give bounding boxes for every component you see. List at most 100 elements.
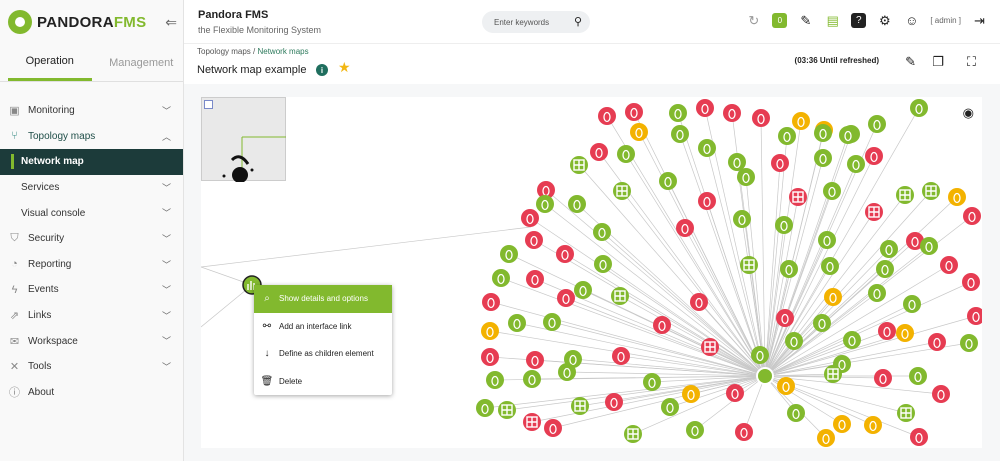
map-node[interactable] [526, 270, 544, 288]
map-node[interactable] [823, 182, 841, 200]
map-node[interactable] [776, 309, 794, 327]
sidebar-item-monitoring[interactable]: ▣ Monitoring ﹀ [0, 98, 183, 124]
sidebar-item-topology-maps[interactable]: ⑂ Topology maps ︿ [0, 124, 183, 150]
map-node[interactable] [476, 399, 494, 417]
map-node[interactable] [960, 334, 978, 352]
map-node[interactable] [909, 367, 927, 385]
map-node[interactable] [698, 139, 716, 157]
map-node[interactable] [814, 124, 832, 142]
menu-show-details[interactable]: ⌕ Show details and options [254, 285, 392, 313]
map-node[interactable] [612, 347, 630, 365]
map-node[interactable] [669, 104, 687, 122]
map-node[interactable] [686, 421, 704, 439]
map-node[interactable] [571, 397, 589, 415]
map-node[interactable] [868, 115, 886, 133]
logout-icon[interactable]: ⇥ [971, 12, 988, 29]
map-node[interactable] [521, 209, 539, 227]
help-icon[interactable]: ? [851, 13, 867, 28]
map-node[interactable] [737, 168, 755, 186]
sidebar-item-events[interactable]: ϟ Events ﹀ [0, 277, 183, 303]
map-node[interactable] [932, 385, 950, 403]
map-node[interactable] [752, 109, 770, 127]
map-node[interactable] [751, 346, 769, 364]
map-node[interactable] [544, 419, 562, 437]
map-node[interactable] [643, 373, 661, 391]
sidebar-item-services[interactable]: Services ﹀ [0, 175, 183, 201]
notification-badge[interactable]: 0 [772, 13, 788, 28]
sidebar-item-security[interactable]: ⛉ Security ﹀ [0, 226, 183, 252]
map-node[interactable] [922, 182, 940, 200]
magic-wand-icon[interactable]: ✎ [797, 12, 814, 29]
copy-icon[interactable]: ❐ [932, 54, 944, 70]
server-icon[interactable]: ▤ [824, 12, 841, 29]
map-node[interactable] [874, 369, 892, 387]
network-map-canvas[interactable]: ◉ [201, 97, 982, 448]
map-node[interactable] [876, 260, 894, 278]
map-node[interactable] [536, 195, 554, 213]
fullscreen-icon[interactable]: ⛶ [967, 54, 976, 70]
map-node[interactable] [728, 153, 746, 171]
map-node[interactable] [864, 416, 882, 434]
map-node[interactable] [481, 348, 499, 366]
map-node[interactable] [940, 256, 958, 274]
info-icon[interactable]: i [316, 64, 328, 76]
map-node[interactable] [839, 126, 857, 144]
favorite-star-icon[interactable]: ★ [338, 59, 351, 76]
map-node[interactable] [777, 377, 795, 395]
map-node[interactable] [500, 245, 518, 263]
map-node[interactable] [843, 331, 861, 349]
minimap[interactable] [201, 97, 286, 182]
map-node[interactable] [824, 365, 842, 383]
search-input[interactable]: Enter keywords ⚲ [482, 11, 590, 33]
map-node[interactable] [558, 363, 576, 381]
map-node[interactable] [928, 333, 946, 351]
map-node[interactable] [792, 112, 810, 130]
map-node[interactable] [963, 207, 981, 225]
map-node[interactable] [903, 295, 921, 313]
map-node[interactable] [671, 125, 689, 143]
map-node[interactable] [690, 293, 708, 311]
map-node[interactable] [833, 415, 851, 433]
map-node[interactable] [605, 393, 623, 411]
map-node[interactable] [625, 103, 643, 121]
map-node[interactable] [525, 231, 543, 249]
map-node[interactable] [498, 401, 516, 419]
sidebar-item-visual-console[interactable]: Visual console ﹀ [0, 200, 183, 226]
map-node[interactable] [868, 284, 886, 302]
map-node[interactable] [574, 281, 592, 299]
map-node[interactable] [481, 322, 499, 340]
map-node[interactable] [787, 404, 805, 422]
map-node[interactable] [557, 289, 575, 307]
user-name[interactable]: [ admin ] [930, 16, 961, 25]
map-hub-node[interactable] [756, 367, 774, 385]
tab-operation[interactable]: Operation [8, 44, 92, 81]
map-node[interactable] [785, 332, 803, 350]
sidebar-item-links[interactable]: ⇗ Links ﹀ [0, 303, 183, 329]
map-node[interactable] [948, 188, 966, 206]
map-node[interactable] [814, 149, 832, 167]
map-node[interactable] [847, 155, 865, 173]
map-node[interactable] [682, 385, 700, 403]
map-node[interactable] [789, 188, 807, 206]
settings-gear-icon[interactable]: ⚙ [876, 12, 893, 29]
map-node[interactable] [813, 314, 831, 332]
map-node[interactable] [526, 351, 544, 369]
sidebar-item-about[interactable]: ⓘ About [0, 380, 183, 406]
map-node[interactable] [775, 216, 793, 234]
map-node[interactable] [486, 371, 504, 389]
map-node[interactable] [508, 314, 526, 332]
map-node[interactable] [910, 428, 928, 446]
search-icon[interactable]: ⚲ [574, 15, 582, 28]
map-node[interactable] [824, 288, 842, 306]
sidebar-item-reporting[interactable]: ◔ Reporting ﹀ [0, 252, 183, 278]
network-map-svg[interactable] [201, 97, 982, 448]
edit-pencil-icon[interactable]: ✎ [905, 54, 916, 70]
map-node[interactable] [878, 322, 896, 340]
map-node[interactable] [698, 192, 716, 210]
map-node[interactable] [771, 154, 789, 172]
map-node[interactable] [818, 231, 836, 249]
sidebar-item-workspace[interactable]: ✉ Workspace ﹀ [0, 328, 183, 354]
collapse-sidebar-icon[interactable]: ⇐ [165, 14, 177, 31]
map-node[interactable] [865, 147, 883, 165]
map-node[interactable] [740, 256, 758, 274]
